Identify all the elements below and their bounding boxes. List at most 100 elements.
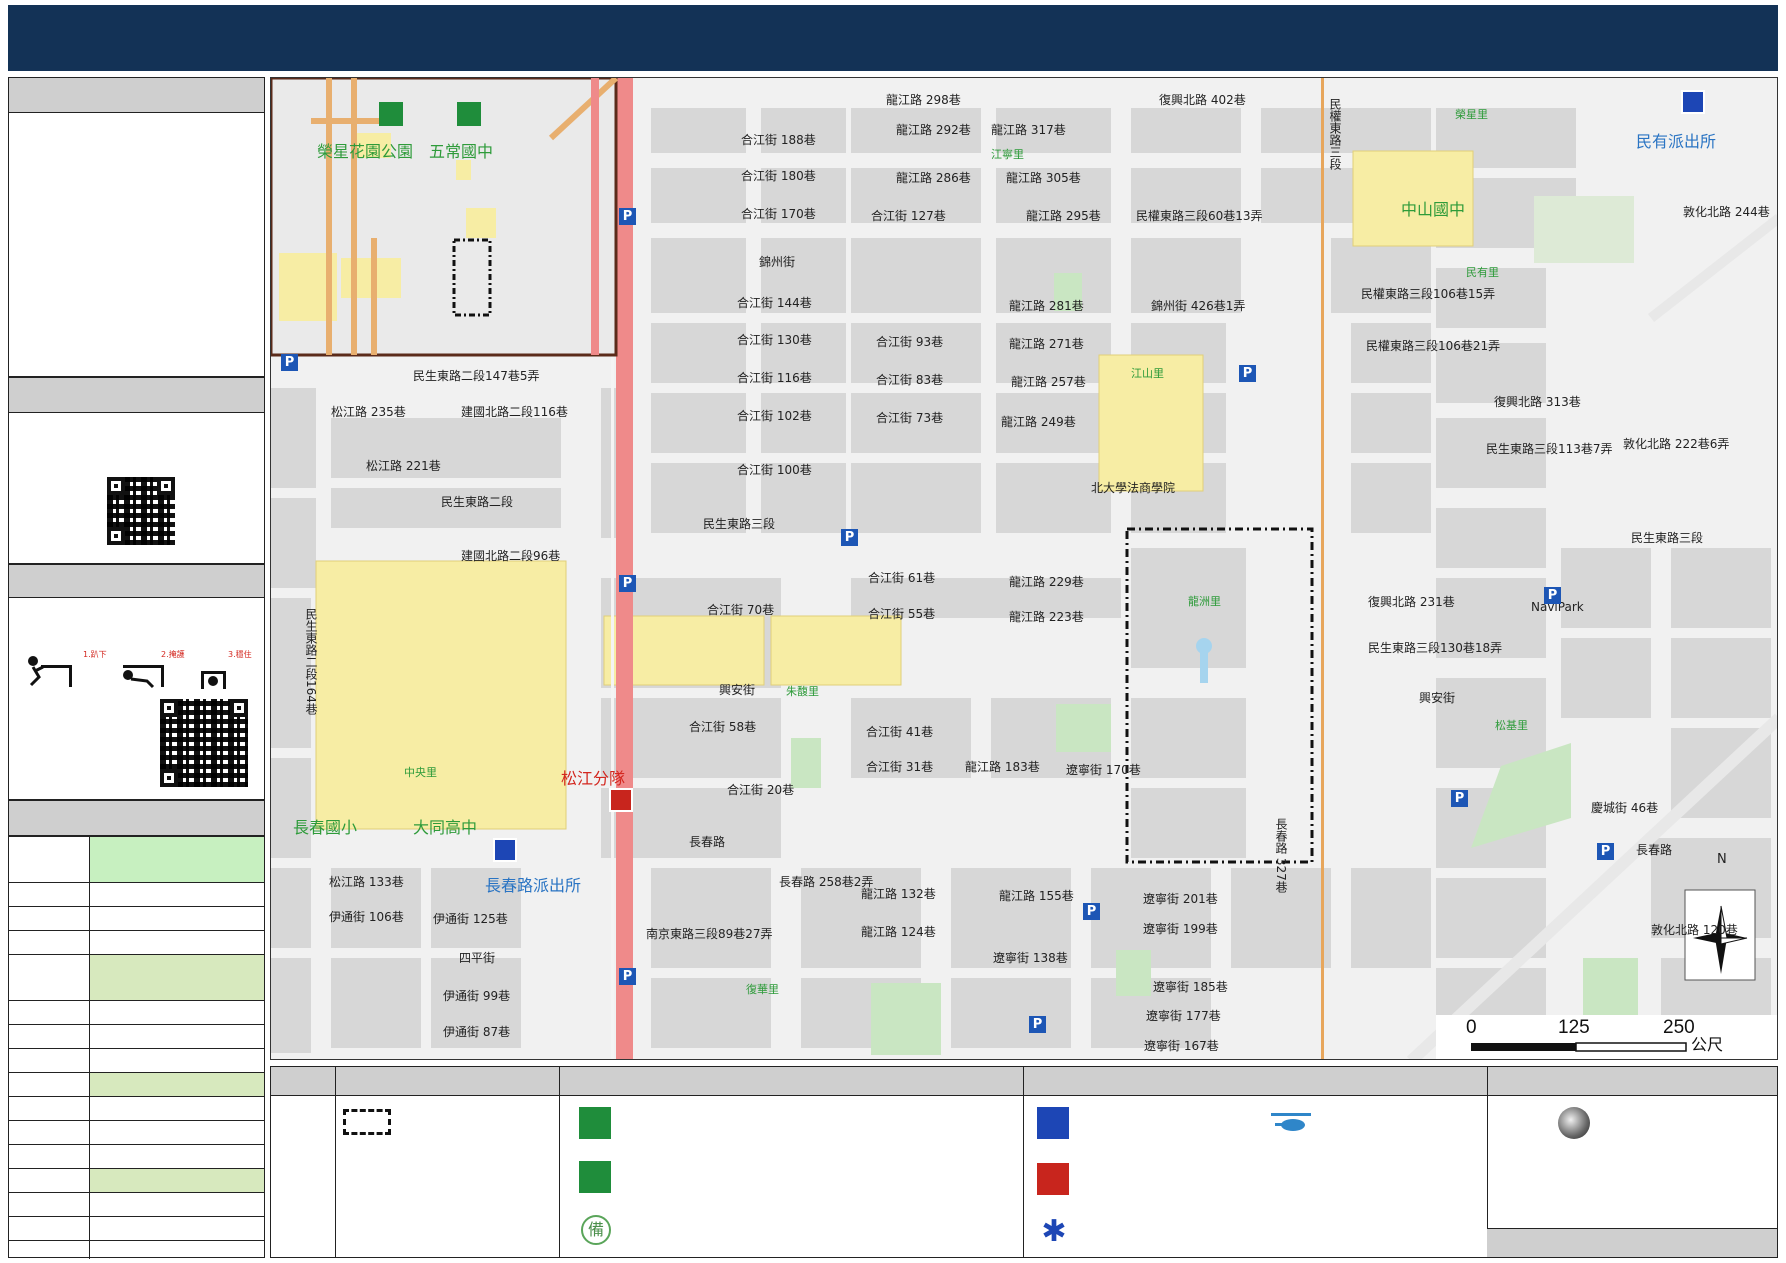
north-label: N (1717, 852, 1727, 867)
road-label: 遼寧街 177巷 (1146, 1009, 1221, 1023)
police-icon[interactable] (1681, 90, 1705, 114)
earthquake-panel: 1.趴下 2.掩護 3.穩住 (8, 564, 265, 800)
poi-zhongshan-junior[interactable]: 中山國中 (1401, 202, 1465, 218)
road-label: 長春路 (1636, 843, 1673, 857)
parking-icon[interactable]: P (1239, 365, 1256, 382)
road-label: 建國北路二段116巷 (461, 405, 568, 419)
road-label: 遼寧街 170巷 (1066, 763, 1141, 777)
poi-datong-high[interactable]: 大同高中 (413, 820, 477, 836)
road-label: 合江街 100巷 (737, 463, 812, 477)
road-label: 南京東路三段89巷27弄 (646, 927, 773, 941)
road-label: 合江街 41巷 (866, 725, 934, 739)
road-label: 遼寧街 167巷 (1144, 1039, 1219, 1053)
info-panel-header (9, 78, 264, 113)
helicopter-legend-icon (1271, 1111, 1311, 1135)
parking-icon[interactable]: P (1029, 1016, 1046, 1033)
road-label: 合江街 58巷 (689, 720, 757, 734)
road-label: 龍江路 223巷 (1009, 610, 1084, 624)
road-label: 民生東路二段147巷5弄 (413, 369, 540, 383)
road-label: 松江路 133巷 (329, 875, 404, 889)
svg-text:2.掩護: 2.掩護 (161, 649, 185, 659)
parking-icon[interactable]: P (619, 208, 636, 225)
inset-map (271, 78, 619, 357)
parking-icon[interactable]: P (1597, 843, 1614, 860)
parking-icon[interactable]: P (1083, 903, 1100, 920)
parking-icon[interactable]: P (1451, 790, 1468, 807)
area-jiangshan: 江山里 (1131, 367, 1164, 380)
road-label: 北大學法商學院 (1091, 481, 1176, 495)
table-row (9, 1048, 264, 1072)
road-label: 復興北路 231巷 (1368, 595, 1455, 609)
parking-icon[interactable]: P (841, 529, 858, 546)
table-row (9, 1216, 264, 1240)
road-label: 慶城街 46巷 (1591, 801, 1659, 815)
road-label: 合江街 31巷 (866, 760, 934, 774)
parking-icon[interactable]: P (1544, 587, 1561, 604)
evacuation-icon[interactable] (457, 102, 481, 126)
parking-icon[interactable]: P (619, 968, 636, 985)
parking-icon[interactable]: P (619, 575, 636, 592)
qr-code[interactable] (107, 477, 175, 545)
road-label: 遼寧街 185巷 (1153, 980, 1228, 994)
road-label: 遼寧街 199巷 (1143, 922, 1218, 936)
poi-changchun-school[interactable]: 長春國小 (293, 820, 357, 836)
fire-station-legend-icon (1037, 1163, 1069, 1195)
road-label: 長春路 327巷 (1274, 818, 1288, 893)
area-jiangning: 江寧里 (991, 148, 1024, 161)
road-label: 復興北路 402巷 (1159, 93, 1246, 107)
road-label: 民生東路三段130巷18弄 (1368, 641, 1503, 655)
main-map[interactable]: N 0 125 250 公尺 長春國小 大同高中 松江分隊 長春路派出所 民有派… (270, 77, 1778, 1060)
road-label: 遼寧街 201巷 (1143, 892, 1218, 906)
earthquake-qr-code[interactable] (160, 699, 248, 787)
hydrant-legend-icon (1558, 1107, 1590, 1139)
road-label: 龍江路 305巷 (1006, 171, 1081, 185)
road-label: 合江街 127巷 (871, 209, 946, 223)
road-label: 龍江路 286巷 (896, 171, 971, 185)
evacuation-legend-icon (579, 1107, 611, 1139)
road-label: 龍江路 132巷 (861, 887, 936, 901)
table-row (9, 930, 264, 954)
road-label: 合江街 70巷 (707, 603, 775, 617)
fire-station-icon[interactable] (609, 788, 633, 812)
table-row (9, 1072, 264, 1096)
boundary-legend-icon (343, 1109, 391, 1135)
road-label: 伊通街 106巷 (329, 910, 404, 924)
contact-table-header (9, 801, 264, 836)
poi-minyou-police[interactable]: 民有派出所 (1636, 134, 1716, 150)
poi-songjiang-branch[interactable]: 松江分隊 (561, 771, 625, 787)
poi-rongxing-park[interactable]: 榮星花園公園 (317, 144, 413, 160)
road-label: 民生東路二段 (441, 495, 514, 509)
scale-bar (1436, 1015, 1777, 1059)
table-row (9, 1240, 264, 1259)
police-icon[interactable] (493, 838, 517, 862)
road-label: 民權東路三段106巷15弄 (1361, 287, 1496, 301)
road-label: 龍江路 281巷 (1009, 299, 1084, 313)
road-label: 錦州街 (759, 255, 796, 269)
area-zhongyang: 中央里 (404, 766, 437, 779)
poi-wuchang-junior[interactable]: 五常國中 (429, 144, 493, 160)
road-label: 四平街 (459, 951, 496, 965)
road-label: 復興北路 313巷 (1494, 395, 1581, 409)
road-label: 民權東路三段60巷13弄 (1136, 209, 1263, 223)
table-row (9, 1120, 264, 1144)
scale-mid: 125 (1558, 1017, 1590, 1038)
road-label: 興安街 (719, 683, 756, 697)
poi-changchun-police[interactable]: 長春路派出所 (485, 878, 581, 894)
shelter-icon[interactable] (379, 102, 403, 126)
road-label: 民生東路三段 (703, 517, 776, 531)
road-label: 遼寧街 138巷 (993, 951, 1068, 965)
road-label: 龍江路 271巷 (1009, 337, 1084, 351)
road-label: 合江街 55巷 (868, 607, 936, 621)
road-label: 龍江路 229巷 (1009, 575, 1084, 589)
road-label: 民生東路三段 (1631, 531, 1704, 545)
road-label: 合江街 130巷 (737, 333, 812, 347)
road-label: 伊通街 99巷 (443, 989, 511, 1003)
road-label: 民生東路三段113巷7弄 (1486, 442, 1613, 456)
table-row (9, 954, 264, 1000)
parking-icon[interactable]: P (281, 354, 298, 371)
area-zhuyi: 朱馥里 (786, 685, 819, 698)
road-label: 合江街 188巷 (741, 133, 816, 147)
road-label: 敦化北路 120巷 (1651, 923, 1738, 937)
table-row (9, 1168, 264, 1192)
road-label: 伊通街 87巷 (443, 1025, 511, 1039)
